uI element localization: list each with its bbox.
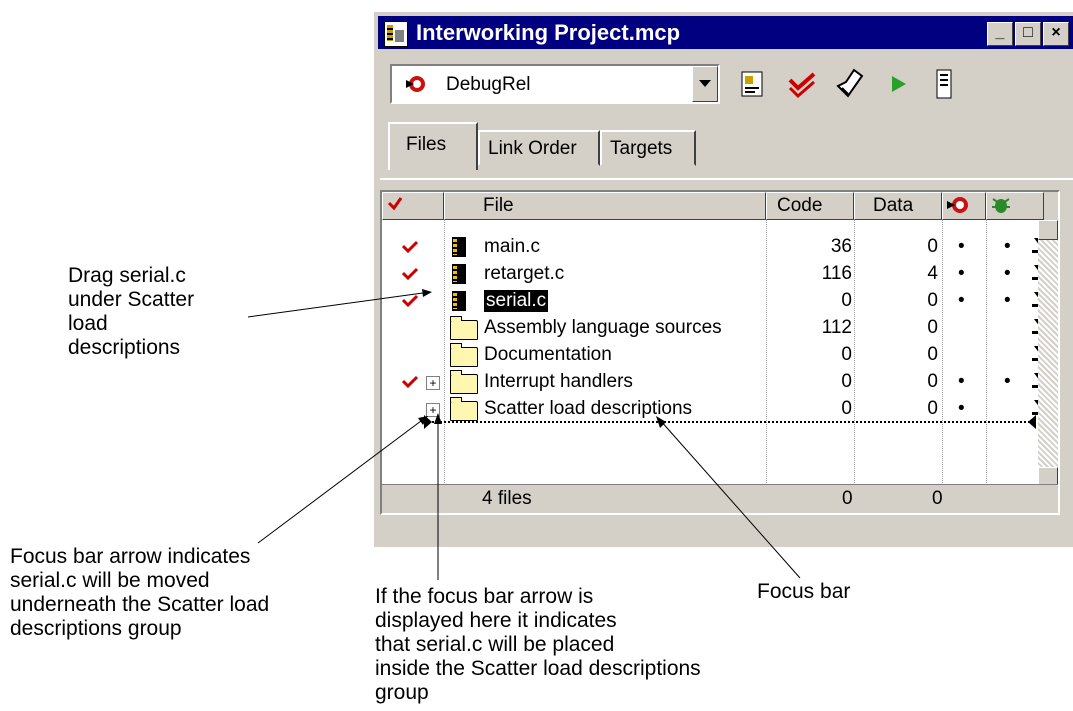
annotation-line: that serial.c will be placed [375, 633, 615, 656]
annotation-line: displayed here it indicates [375, 609, 617, 632]
focus-arrow-annotation: Focus bar arrow indicates serial.c will … [10, 545, 269, 641]
annotation-line: under Scatter [68, 288, 195, 311]
annotation-line: serial.c will be moved [10, 569, 210, 592]
annotation-line: group [375, 681, 429, 704]
annotation-line: descriptions [68, 336, 181, 359]
annotation-line: underneath the Scatter load [10, 593, 270, 616]
focus-bar-annotation: Focus bar [757, 580, 851, 603]
annotation-line: Focus bar arrow indicates [10, 545, 251, 568]
annotation-line: descriptions group [10, 617, 182, 640]
annotation-line: inside the Scatter load descriptions [375, 657, 701, 680]
annotation-line: load [68, 312, 108, 335]
focus-inside-annotation: If the focus bar arrow is displayed here… [375, 585, 701, 705]
drag-annotation: Drag serial.c under Scatter load descrip… [68, 264, 194, 360]
annotation-line: If the focus bar arrow is [375, 585, 594, 608]
annotation-line: Drag serial.c [68, 264, 186, 287]
